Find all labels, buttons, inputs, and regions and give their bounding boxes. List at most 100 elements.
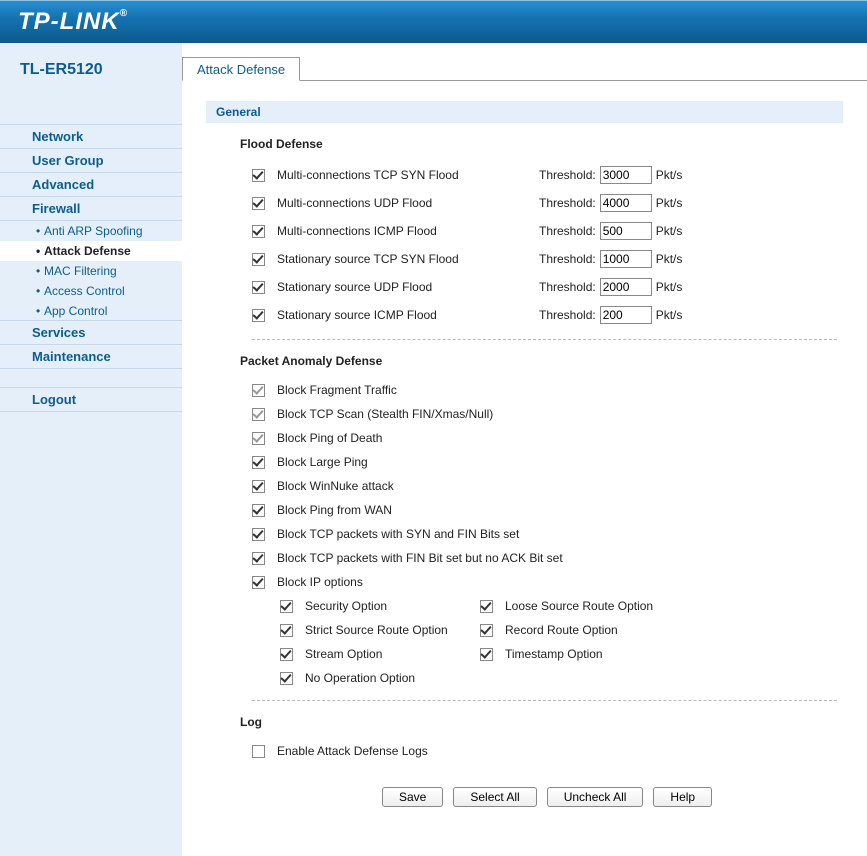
- anomaly-row: Block Fragment Traffic: [252, 378, 837, 402]
- threshold-label: Threshold:: [539, 224, 596, 238]
- threshold-input[interactable]: [600, 222, 652, 240]
- nav-services[interactable]: Services: [0, 320, 182, 345]
- threshold-input[interactable]: [600, 166, 652, 184]
- ip-option: Record Route Option: [480, 618, 680, 642]
- flood-checkbox[interactable]: [252, 197, 265, 210]
- anomaly-label: Block TCP Scan (Stealth FIN/Xmas/Null): [277, 407, 493, 421]
- flood-row: Stationary source TCP SYN FloodThreshold…: [252, 245, 837, 273]
- threshold-unit: Pkt/s: [656, 168, 683, 182]
- ip-option-checkbox[interactable]: [280, 648, 293, 661]
- log-rows: Enable Attack Defense Logs: [252, 739, 837, 773]
- save-button[interactable]: Save: [382, 787, 443, 807]
- ip-option-checkbox[interactable]: [480, 624, 493, 637]
- flood-checkbox[interactable]: [252, 253, 265, 266]
- help-button[interactable]: Help: [653, 787, 712, 807]
- anomaly-rows: Block Fragment Traffic Block TCP Scan (St…: [252, 378, 837, 701]
- ip-option: Stream Option: [280, 642, 480, 666]
- threshold-unit: Pkt/s: [656, 308, 683, 322]
- tab-attack-defense[interactable]: Attack Defense: [182, 57, 300, 81]
- subnav-access-control[interactable]: Access Control: [0, 281, 182, 301]
- nav-logout[interactable]: Logout: [0, 387, 182, 412]
- anomaly-row: Block TCP packets with SYN and FIN Bits …: [252, 522, 837, 546]
- threshold-unit: Pkt/s: [656, 280, 683, 294]
- enable-log-checkbox[interactable]: [252, 745, 265, 758]
- ip-option-label: No Operation Option: [305, 671, 415, 685]
- sidebar: TL-ER5120 Network User Group Advanced Fi…: [0, 43, 182, 856]
- anomaly-row: Block Ping from WAN: [252, 498, 837, 522]
- header: TP-LINK®: [0, 0, 867, 43]
- nav: Network User Group Advanced Firewall Ant…: [0, 124, 182, 412]
- ip-option: Strict Source Route Option: [280, 618, 480, 642]
- anomaly-row: Block TCP Scan (Stealth FIN/Xmas/Null): [252, 402, 837, 426]
- subnav-app-control[interactable]: App Control: [0, 301, 182, 321]
- section-general: General: [206, 101, 843, 123]
- anomaly-label: Block TCP packets with FIN Bit set but n…: [277, 551, 563, 565]
- ip-option-checkbox[interactable]: [480, 600, 493, 613]
- subsection-flood: Flood Defense: [240, 137, 867, 151]
- anomaly-checkbox[interactable]: [252, 408, 265, 421]
- subnav-mac-filtering[interactable]: MAC Filtering: [0, 261, 182, 281]
- brand-logo: TP-LINK®: [18, 8, 128, 36]
- ip-option-label: Loose Source Route Option: [505, 599, 653, 613]
- flood-row: Multi-connections UDP FloodThreshold:Pkt…: [252, 189, 837, 217]
- content: Attack Defense General Flood Defense Mul…: [182, 43, 867, 856]
- ip-option: No Operation Option: [280, 666, 680, 690]
- subnav-anti-arp[interactable]: Anti ARP Spoofing: [0, 221, 182, 241]
- threshold-input[interactable]: [600, 194, 652, 212]
- anomaly-checkbox[interactable]: [252, 576, 265, 589]
- anomaly-label: Block Ping from WAN: [277, 503, 392, 517]
- flood-label: Multi-connections ICMP Flood: [277, 224, 539, 238]
- flood-label: Stationary source TCP SYN Flood: [277, 252, 539, 266]
- anomaly-row: Block IP options: [252, 570, 837, 594]
- flood-row: Stationary source ICMP FloodThreshold:Pk…: [252, 301, 837, 329]
- flood-label: Multi-connections UDP Flood: [277, 196, 539, 210]
- threshold-input[interactable]: [600, 278, 652, 296]
- threshold-label: Threshold:: [539, 280, 596, 294]
- nav-advanced[interactable]: Advanced: [0, 172, 182, 197]
- nav-usergroup[interactable]: User Group: [0, 148, 182, 173]
- anomaly-label: Block Large Ping: [277, 455, 368, 469]
- button-bar: Save Select All Uncheck All Help: [382, 787, 867, 807]
- uncheck-all-button[interactable]: Uncheck All: [547, 787, 644, 807]
- nav-firewall[interactable]: Firewall: [0, 196, 182, 221]
- nav-network[interactable]: Network: [0, 124, 182, 149]
- ip-option-checkbox[interactable]: [280, 600, 293, 613]
- model-label: TL-ER5120: [0, 43, 182, 97]
- subsection-log: Log: [240, 715, 867, 729]
- anomaly-checkbox[interactable]: [252, 528, 265, 541]
- flood-checkbox[interactable]: [252, 281, 265, 294]
- anomaly-label: Block IP options: [277, 575, 363, 589]
- threshold-input[interactable]: [600, 306, 652, 324]
- threshold-label: Threshold:: [539, 252, 596, 266]
- tab-bar: Attack Defense: [182, 57, 867, 81]
- flood-rows: Multi-connections TCP SYN FloodThreshold…: [252, 161, 837, 340]
- anomaly-checkbox[interactable]: [252, 552, 265, 565]
- subnav-attack-defense[interactable]: Attack Defense: [0, 241, 182, 261]
- threshold-input[interactable]: [600, 250, 652, 268]
- anomaly-checkbox[interactable]: [252, 432, 265, 445]
- ip-option-checkbox[interactable]: [280, 672, 293, 685]
- anomaly-checkbox[interactable]: [252, 480, 265, 493]
- ip-option: Timestamp Option: [480, 642, 680, 666]
- flood-checkbox[interactable]: [252, 169, 265, 182]
- anomaly-label: Block TCP packets with SYN and FIN Bits …: [277, 527, 519, 541]
- ip-option-checkbox[interactable]: [480, 648, 493, 661]
- flood-row: Stationary source UDP FloodThreshold:Pkt…: [252, 273, 837, 301]
- select-all-button[interactable]: Select All: [453, 787, 536, 807]
- ip-option-label: Record Route Option: [505, 623, 618, 637]
- flood-checkbox[interactable]: [252, 309, 265, 322]
- threshold-unit: Pkt/s: [656, 196, 683, 210]
- anomaly-label: Block Fragment Traffic: [277, 383, 397, 397]
- ip-option: Security Option: [280, 594, 480, 618]
- flood-checkbox[interactable]: [252, 225, 265, 238]
- ip-option: Loose Source Route Option: [480, 594, 680, 618]
- anomaly-checkbox[interactable]: [252, 384, 265, 397]
- threshold-label: Threshold:: [539, 168, 596, 182]
- anomaly-checkbox[interactable]: [252, 456, 265, 469]
- anomaly-row: Block Large Ping: [252, 450, 837, 474]
- ip-option-checkbox[interactable]: [280, 624, 293, 637]
- nav-maintenance[interactable]: Maintenance: [0, 344, 182, 369]
- anomaly-row: Block WinNuke attack: [252, 474, 837, 498]
- anomaly-label: Block Ping of Death: [277, 431, 382, 445]
- anomaly-checkbox[interactable]: [252, 504, 265, 517]
